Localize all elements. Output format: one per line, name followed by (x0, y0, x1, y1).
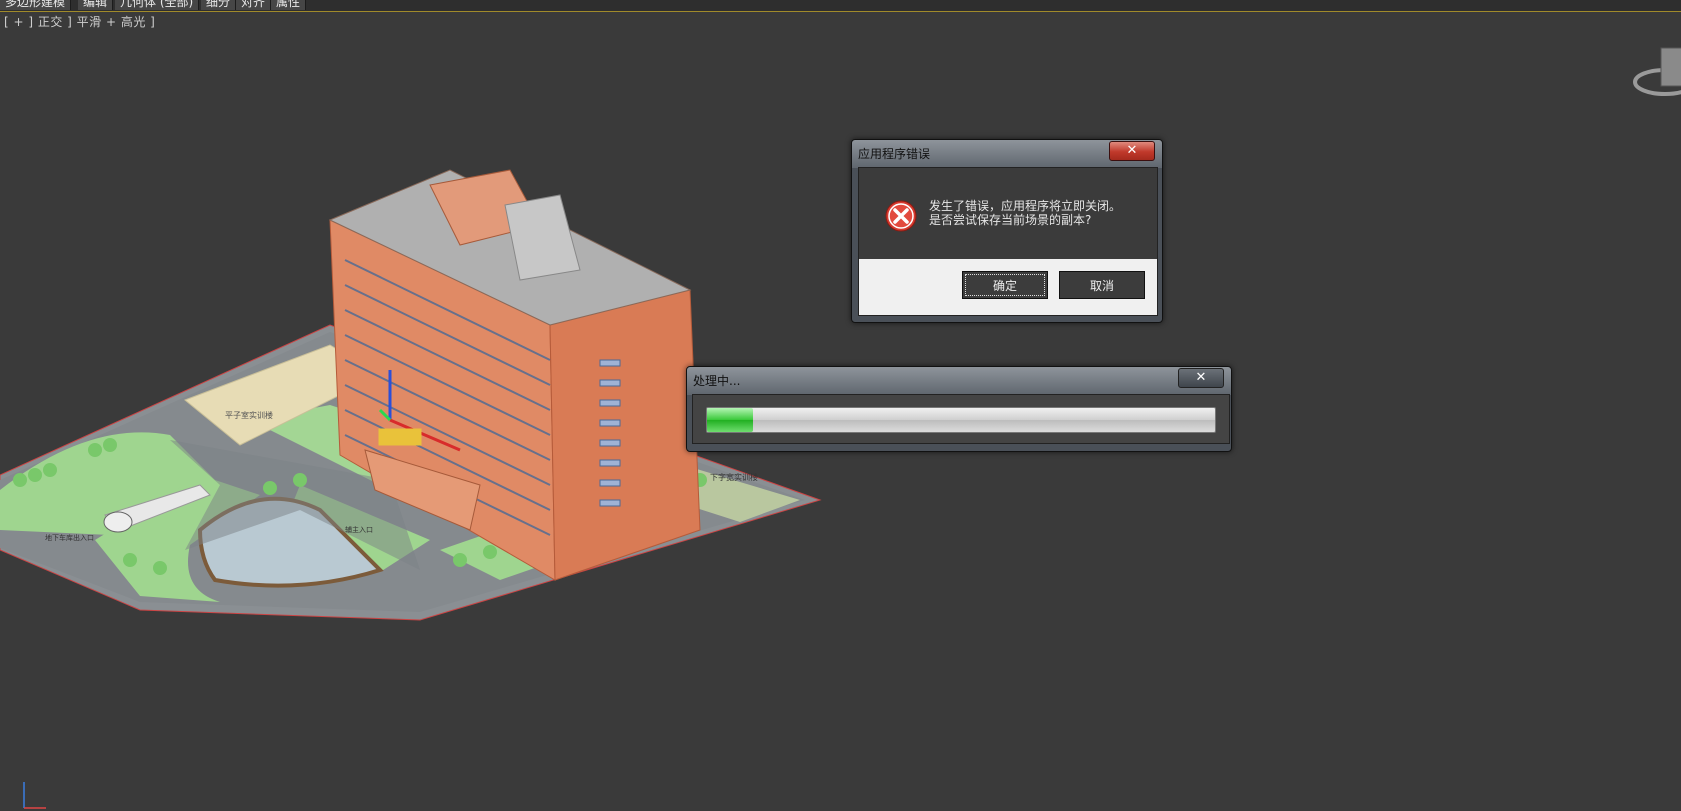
scene-label-entrance: 辅主入口 (345, 525, 373, 534)
viewcube[interactable] (1621, 40, 1681, 110)
progress-dialog-body (692, 394, 1230, 444)
error-message-line1: 发生了错误，应用程序将立即关闭。 (929, 199, 1122, 213)
error-dialog-close-button[interactable]: ✕ (1109, 141, 1155, 161)
scene-label-top: 平子室实训楼 (225, 410, 273, 420)
ribbon-tab-properties[interactable]: 属性 (271, 0, 307, 10)
ok-button[interactable]: 确定 (962, 271, 1048, 299)
ribbon-tab-edit[interactable]: 编辑 (78, 0, 114, 10)
progress-bar (706, 407, 1216, 433)
progress-bar-fill (707, 408, 753, 432)
progress-dialog-title: 处理中... (693, 374, 741, 388)
axis-tripod (23, 782, 46, 809)
viewport-label[interactable]: [ + ] 正交 ] 平滑 + 高光 ] (4, 13, 155, 30)
ribbon-tab-geometry[interactable]: 几何体 (全部) (115, 0, 200, 10)
error-dialog-footer: 确定 取消 (858, 259, 1158, 316)
error-dialog-body: 发生了错误，应用程序将立即关闭。 是否尝试保存当前场景的副本? (858, 167, 1158, 260)
error-dialog: 应用程序错误 ✕ 发生了错误，应用程序将立即关闭。 是否尝试保存当前场景的副本?… (851, 139, 1163, 323)
cancel-button[interactable]: 取消 (1059, 271, 1145, 299)
ribbon-toolbar: 多边形建模 编辑 几何体 (全部) 细分 对齐 属性 (0, 0, 1681, 12)
scene-label-right: 下字宽实训楼 (710, 472, 758, 482)
progress-dialog: 处理中... ✕ (686, 366, 1232, 452)
error-dialog-title: 应用程序错误 (858, 147, 931, 161)
scene-label-parking: 地下车库出入口 (45, 533, 94, 542)
ribbon-tab-subdivide[interactable]: 细分 (201, 0, 237, 10)
progress-dialog-close-button[interactable]: ✕ (1178, 368, 1224, 388)
error-message-line2: 是否尝试保存当前场景的副本? (929, 213, 1092, 227)
ribbon-tab-align[interactable]: 对齐 (236, 0, 272, 10)
ribbon-tab-poly-modeling[interactable]: 多边形建模 (0, 0, 72, 10)
error-icon (885, 200, 917, 232)
error-message: 发生了错误，应用程序将立即关闭。 是否尝试保存当前场景的副本? (929, 199, 1121, 227)
